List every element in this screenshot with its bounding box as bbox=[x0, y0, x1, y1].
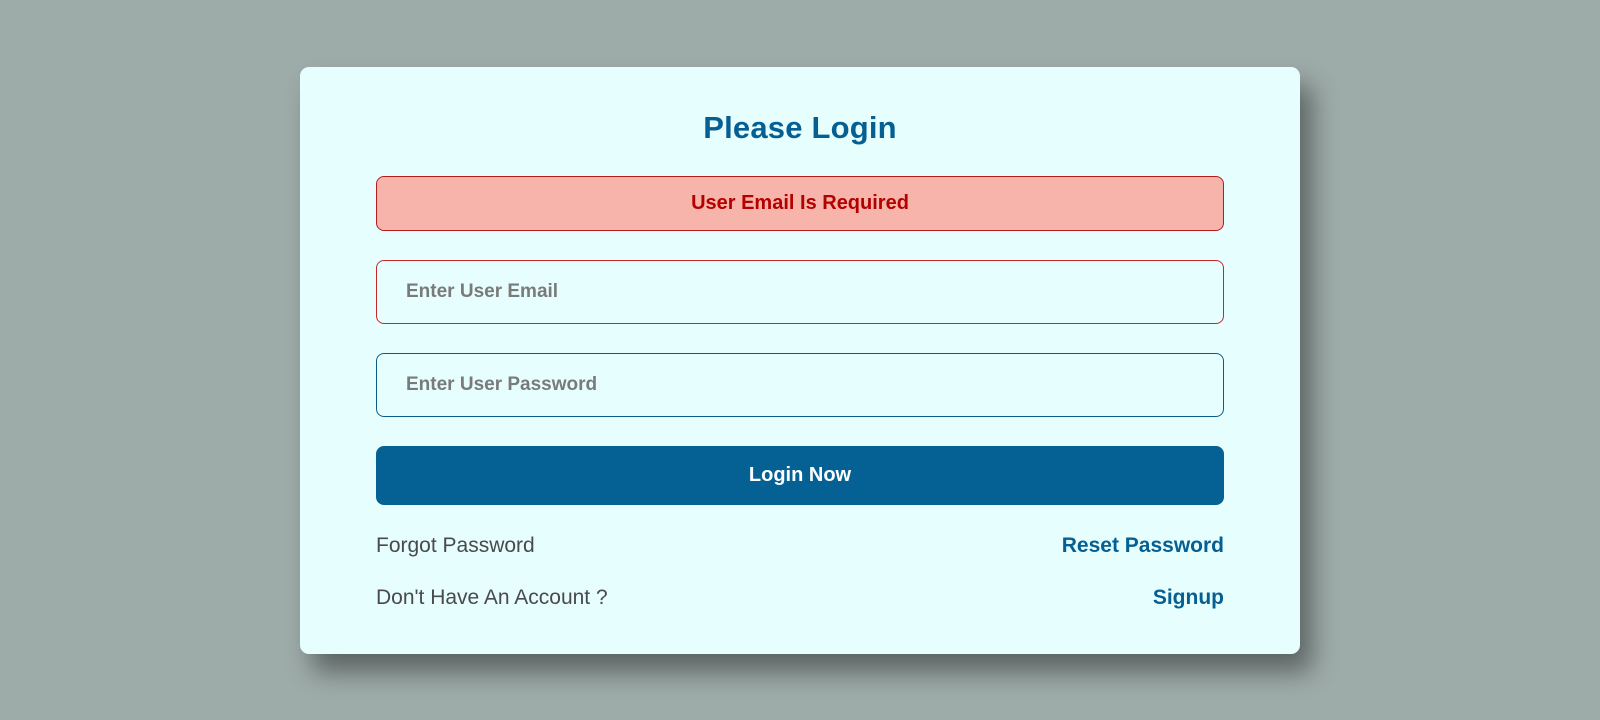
reset-password-link[interactable]: Reset Password bbox=[1062, 534, 1224, 558]
forgot-password-row: Forgot Password Reset Password bbox=[376, 532, 1224, 560]
email-field[interactable] bbox=[376, 260, 1224, 324]
page-title: Please Login bbox=[703, 110, 897, 145]
login-button[interactable]: Login Now bbox=[376, 446, 1224, 505]
password-field[interactable] bbox=[376, 353, 1224, 417]
signup-row: Don't Have An Account ? Signup bbox=[376, 584, 1224, 612]
no-account-label: Don't Have An Account ? bbox=[376, 586, 608, 609]
error-alert: User Email Is Required bbox=[376, 176, 1224, 231]
login-card: Please Login User Email Is Required Logi… bbox=[300, 67, 1300, 654]
forgot-password-label: Forgot Password bbox=[376, 534, 535, 557]
signup-link[interactable]: Signup bbox=[1153, 586, 1224, 610]
